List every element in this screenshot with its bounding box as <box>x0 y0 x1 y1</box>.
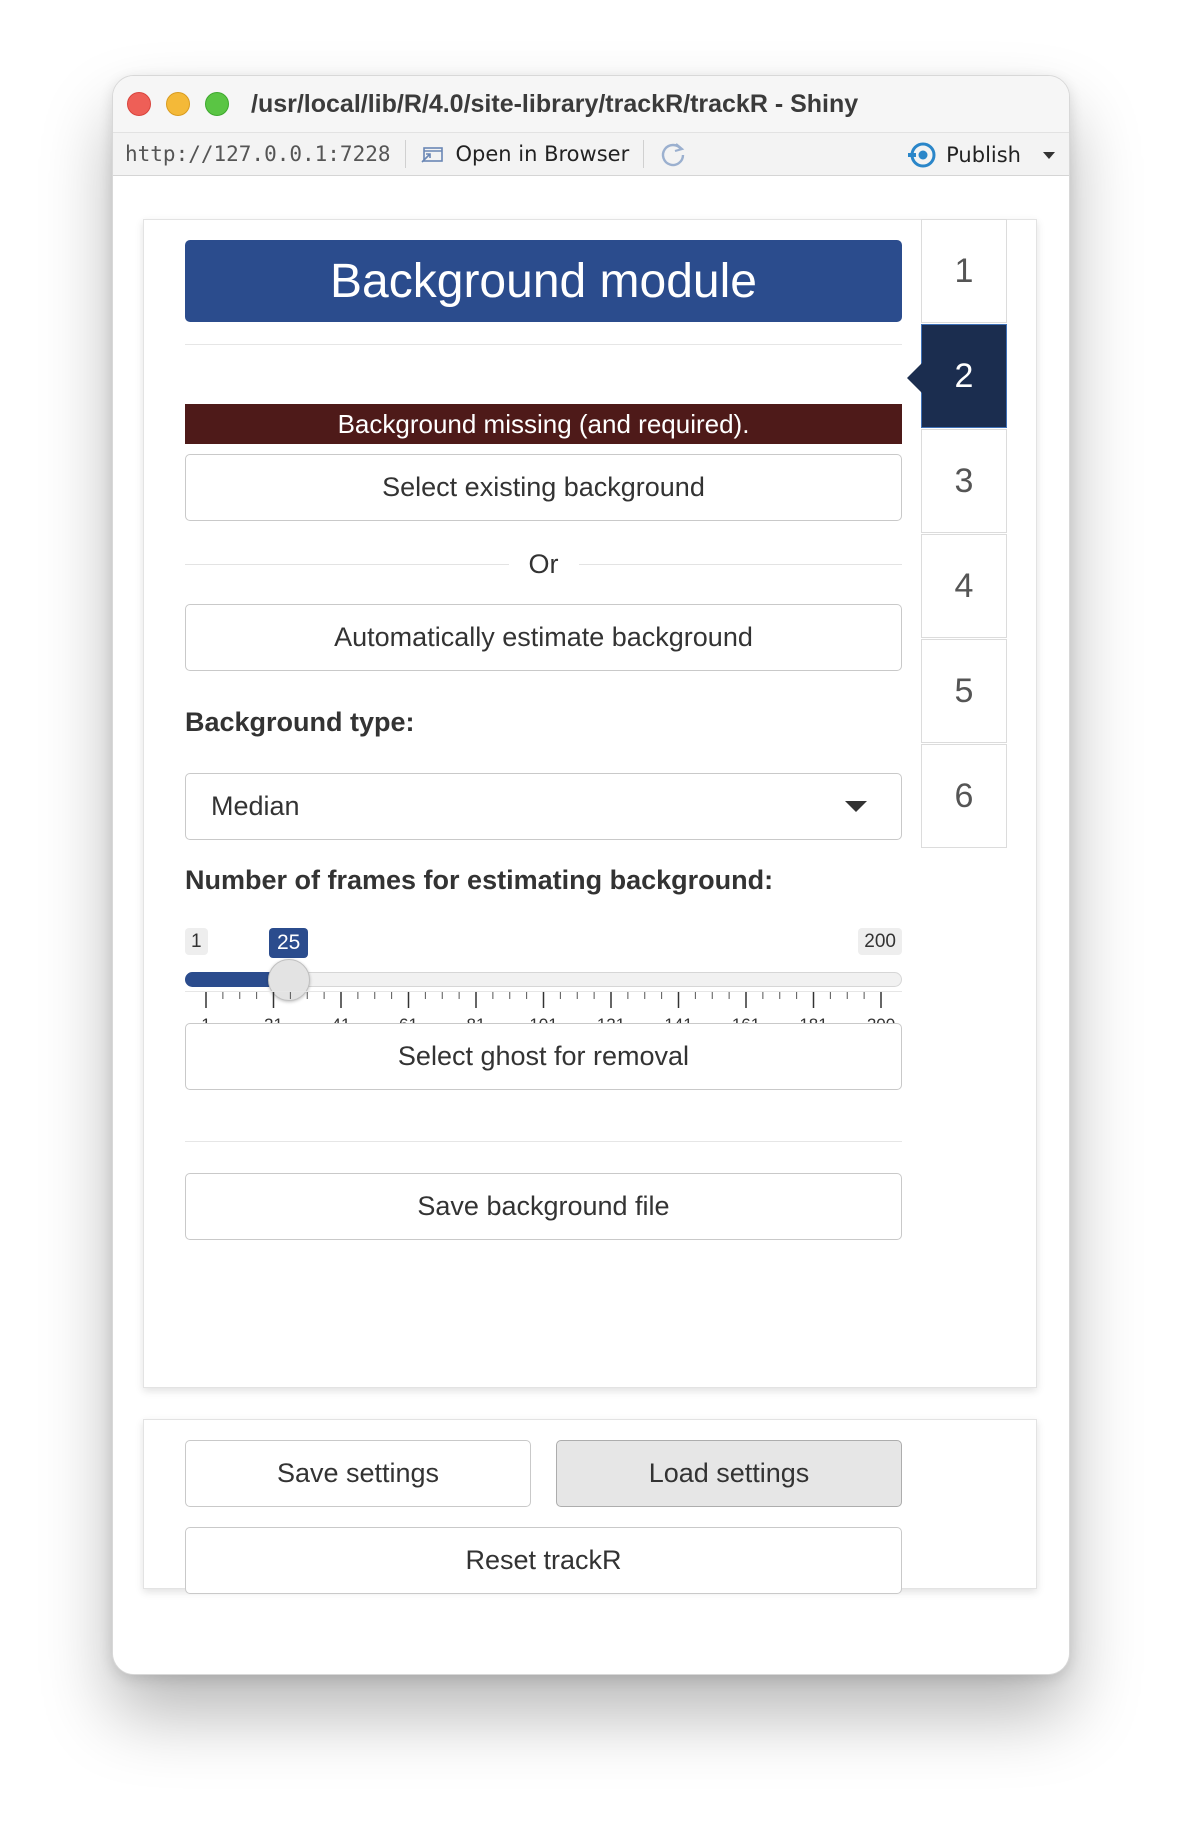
background-type-value: Median <box>211 791 300 821</box>
frames-slider[interactable]: 1 25 200 121416181101121141161181200 <box>185 928 902 1038</box>
publish-icon <box>908 142 936 168</box>
open-in-browser-icon <box>420 147 443 163</box>
app-window: /usr/local/lib/R/4.0/site-library/trackR… <box>112 75 1070 1675</box>
load-settings-button[interactable]: Load settings <box>556 1440 902 1507</box>
auto-estimate-background-button[interactable]: Automatically estimate background <box>185 604 902 671</box>
active-tab-pointer <box>907 363 922 393</box>
divider <box>185 344 902 345</box>
publish-button[interactable]: Publish <box>908 133 1055 177</box>
save-settings-button[interactable]: Save settings <box>185 1440 531 1507</box>
refresh-button[interactable] <box>658 139 688 169</box>
or-line-left <box>185 563 509 565</box>
app-content: Background module Background missing (an… <box>113 176 1069 1674</box>
divider <box>185 1141 902 1142</box>
save-background-button[interactable]: Save background file <box>185 1173 902 1240</box>
tab-5[interactable]: 5 <box>921 639 1007 743</box>
minimize-window-button[interactable] <box>166 92 190 116</box>
or-line-right <box>578 563 902 565</box>
tab-4[interactable]: 4 <box>921 534 1007 638</box>
frames-label: Number of frames for estimating backgrou… <box>185 865 774 895</box>
or-separator: Or <box>185 544 902 584</box>
select-ghost-button[interactable]: Select ghost for removal <box>185 1023 902 1090</box>
refresh-icon <box>662 143 685 167</box>
publish-label: Publish <box>946 143 1021 167</box>
slider-max-label: 200 <box>858 928 902 955</box>
title-bar: /usr/local/lib/R/4.0/site-library/trackR… <box>113 76 1069 132</box>
close-window-button[interactable] <box>127 92 151 116</box>
select-existing-background-button[interactable]: Select existing background <box>185 454 902 521</box>
window-controls <box>127 92 229 116</box>
tab-3[interactable]: 3 <box>921 429 1007 533</box>
tab-6[interactable]: 6 <box>921 744 1007 848</box>
viewer-toolbar: http://127.0.0.1:7228 Open in Browser Pu… <box>113 132 1069 176</box>
zoom-window-button[interactable] <box>205 92 229 116</box>
tab-1[interactable]: 1 <box>921 219 1007 323</box>
toolbar-divider <box>643 140 645 168</box>
url-text: http://127.0.0.1:7228 <box>125 142 391 166</box>
reset-trackr-button[interactable]: Reset trackR <box>185 1527 902 1594</box>
publish-dropdown-icon[interactable] <box>1043 151 1055 159</box>
background-type-select[interactable]: Median <box>185 773 902 840</box>
settings-panel: Save settings Load settings Reset trackR <box>143 1419 1037 1594</box>
or-text: Or <box>528 548 559 579</box>
tab-2[interactable]: 2 <box>907 324 1007 428</box>
window-title: /usr/local/lib/R/4.0/site-library/trackR… <box>251 89 859 118</box>
chevron-down-icon <box>845 801 867 812</box>
slider-value-label: 25 <box>269 928 309 958</box>
module-header: Background module <box>185 240 902 322</box>
background-missing-alert: Background missing (and required). <box>185 404 902 444</box>
toolbar-divider <box>404 140 406 168</box>
tab-2-label: 2 <box>954 356 974 395</box>
divider <box>185 991 902 992</box>
slider-min-label: 1 <box>185 928 208 955</box>
open-in-browser-label: Open in Browser <box>455 142 630 166</box>
open-in-browser-button[interactable]: Open in Browser <box>420 142 630 166</box>
background-module-panel: Background module Background missing (an… <box>143 219 1037 1388</box>
background-type-label: Background type: <box>185 707 415 737</box>
